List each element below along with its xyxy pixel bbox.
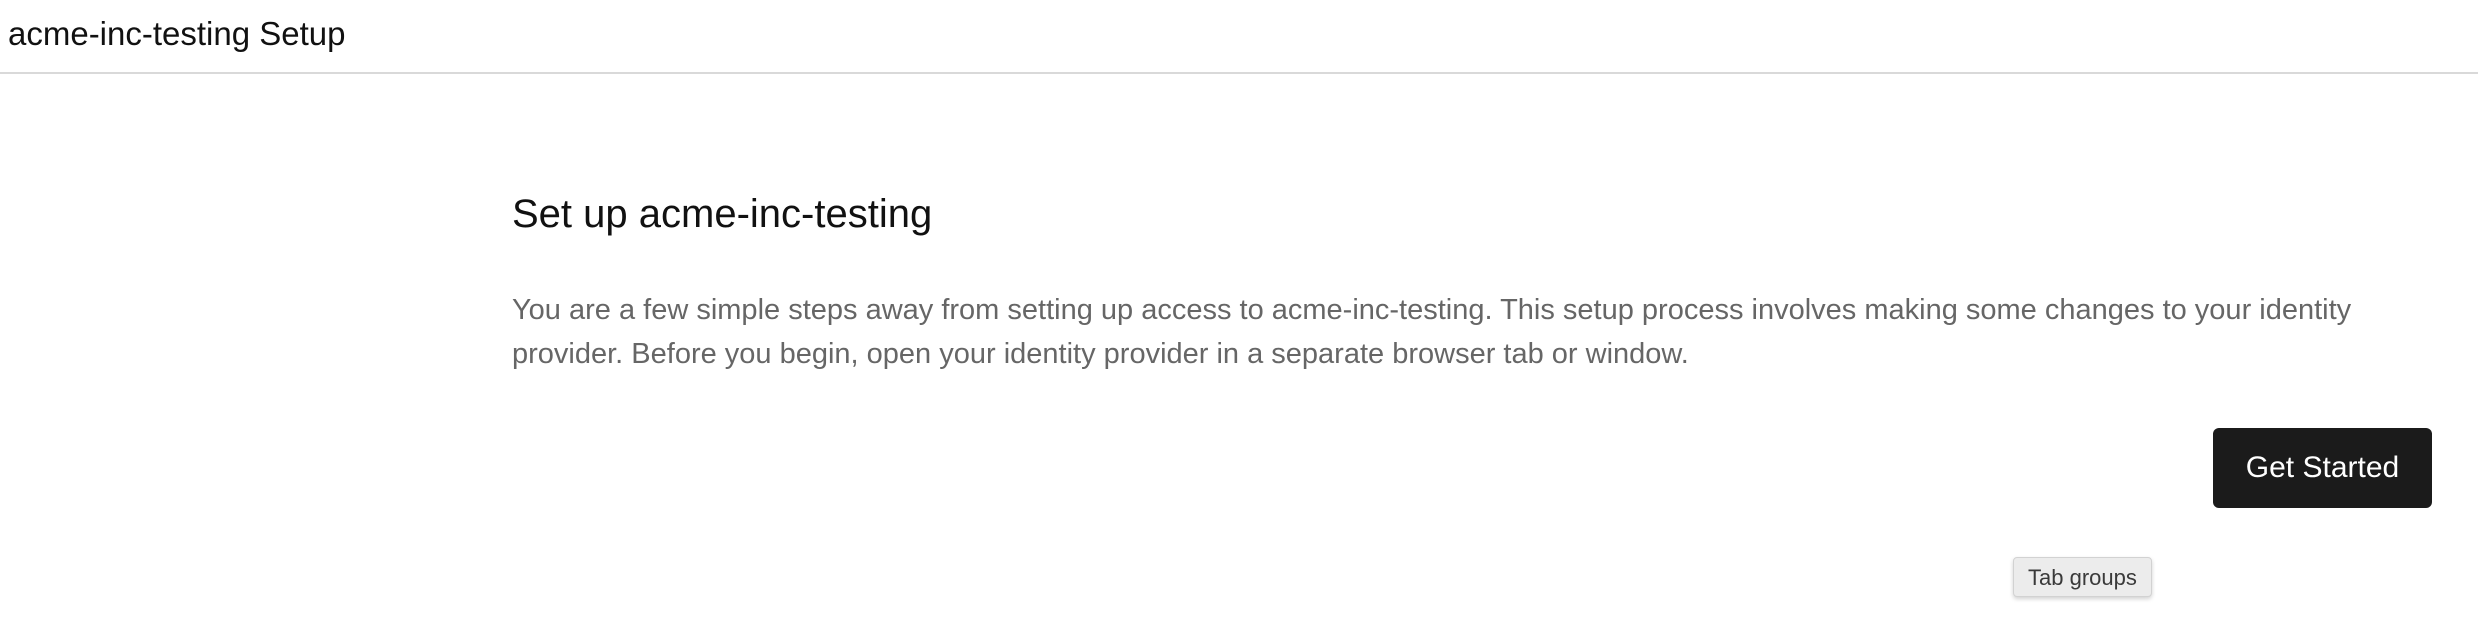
top-bar: acme-inc-testing Setup bbox=[0, 0, 2478, 74]
get-started-button[interactable]: Get Started bbox=[2213, 428, 2432, 508]
tab-groups-tooltip: Tab groups bbox=[2013, 557, 2152, 597]
setup-intro-section: Set up acme-inc-testing You are a few si… bbox=[512, 186, 2432, 370]
setup-description: You are a few simple steps away from set… bbox=[512, 294, 2352, 370]
setup-heading: Set up acme-inc-testing bbox=[512, 192, 933, 236]
page-title: acme-inc-testing Setup bbox=[8, 15, 346, 52]
